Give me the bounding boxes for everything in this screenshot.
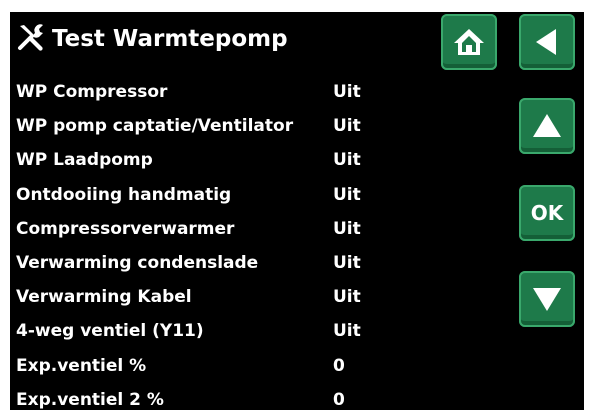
back-arrow-icon <box>536 29 556 55</box>
row-value: 0 <box>333 389 345 410</box>
row-value: 0 <box>333 355 345 376</box>
page-title: Test Warmtepomp <box>52 26 288 52</box>
row-label: Compressorverwarmer <box>16 218 235 239</box>
row-value: Uit <box>333 184 361 205</box>
row-label: Verwarming condenslade <box>16 252 259 273</box>
home-button[interactable] <box>441 14 497 70</box>
back-button[interactable] <box>519 14 575 70</box>
row-label: WP Compressor <box>16 82 168 102</box>
tools-icon <box>18 24 43 51</box>
up-arrow-icon <box>533 114 561 137</box>
scroll-down-button[interactable] <box>519 271 575 327</box>
row-value: Uit <box>333 321 361 342</box>
row-value: Uit <box>333 82 361 102</box>
row-label: Exp.ventiel 2 % <box>16 389 164 410</box>
row-value: Uit <box>333 218 361 239</box>
down-arrow-icon <box>533 288 561 311</box>
row-value: Uit <box>333 287 361 308</box>
row-label: WP Laadpomp <box>16 150 153 171</box>
scroll-up-button[interactable] <box>519 98 575 154</box>
ok-button[interactable]: OK <box>519 185 575 241</box>
screen: Test Warmtepomp OK WP Compressor Uit WP … <box>10 12 584 410</box>
row-value: Uit <box>333 252 361 273</box>
row-label: WP pomp captatie/Ventilator <box>16 116 294 137</box>
row-label: Ontdooiing handmatig <box>16 184 232 205</box>
row-label: Verwarming Kabel <box>16 287 192 308</box>
row-value: Uit <box>333 150 361 171</box>
ok-label: OK <box>530 201 564 225</box>
row-value: Uit <box>333 116 361 137</box>
home-icon <box>454 29 484 55</box>
row-label: Exp.ventiel % <box>16 355 147 376</box>
row-label: 4-weg ventiel (Y11) <box>16 321 204 342</box>
